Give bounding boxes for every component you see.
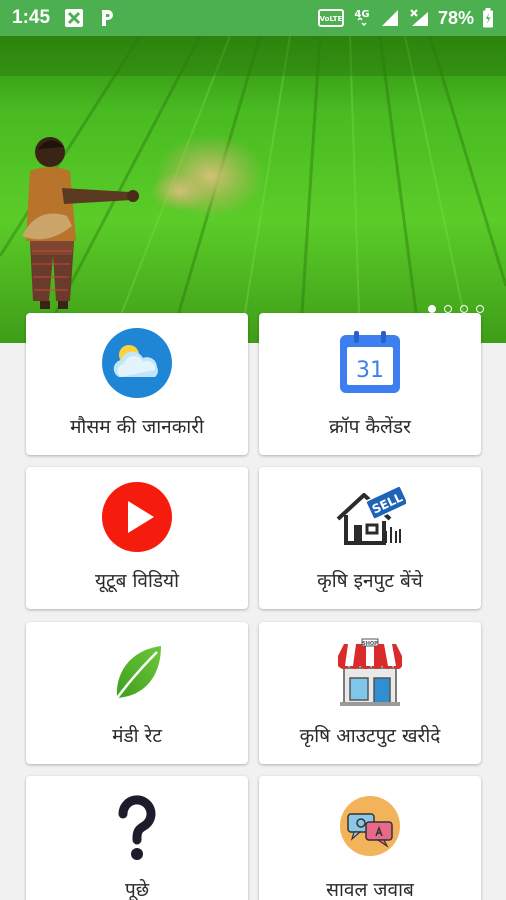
tile-weather[interactable]: मौसम की जानकारी xyxy=(26,313,248,455)
carousel-dot[interactable] xyxy=(476,305,484,313)
svg-text:4G: 4G xyxy=(354,9,369,20)
weather-icon xyxy=(101,327,173,399)
tile-label: यूटूब विडियो xyxy=(95,570,179,592)
tile-ask[interactable]: पूछे xyxy=(26,776,248,900)
sell-house-icon: SELL xyxy=(334,481,406,553)
banner-carousel[interactable] xyxy=(0,36,506,343)
tile-label: पूछे xyxy=(124,879,150,900)
svg-text:31: 31 xyxy=(356,358,384,383)
calendar-icon: 31 xyxy=(334,327,406,399)
svg-text:SHOP: SHOP xyxy=(362,641,378,647)
battery-icon xyxy=(482,8,494,28)
tile-mandi-rate[interactable]: मंडी रेट xyxy=(26,622,248,764)
tile-label: मौसम की जानकारी xyxy=(70,416,204,438)
question-icon xyxy=(101,790,173,862)
tile-sell-farm-input[interactable]: SELL कृषि इनपुट बेंचे xyxy=(259,467,481,609)
tile-buy-farm-output[interactable]: SHOP कृषि आउटपुट खरीदे xyxy=(259,622,481,764)
paytm-notification-icon xyxy=(98,8,116,28)
shop-icon: SHOP xyxy=(334,636,406,708)
tile-label: सावल जवाब xyxy=(326,879,414,900)
tile-label: कृषि आउटपुट खरीदे xyxy=(299,725,441,747)
status-bar: 1:45 VoLTE 4G 78% xyxy=(0,0,506,36)
banner-image xyxy=(0,36,506,343)
volte-icon: VoLTE xyxy=(317,8,344,28)
carousel-dot[interactable] xyxy=(444,305,452,313)
svg-text:VoLTE: VoLTE xyxy=(320,15,343,23)
carousel-dot[interactable] xyxy=(428,305,436,313)
tile-youtube-video[interactable]: यूटूब विडियो xyxy=(26,467,248,609)
signal-icon xyxy=(380,8,400,28)
tile-label: मंडी रेट xyxy=(112,725,162,747)
tile-label: क्रॉप कैलेंडर xyxy=(329,416,411,438)
signal-no-service-icon xyxy=(408,8,430,28)
chat-icon xyxy=(334,790,406,862)
tile-crop-calendar[interactable]: 31 क्रॉप कैलेंडर xyxy=(259,313,481,455)
tile-question-answer[interactable]: सावल जवाब xyxy=(259,776,481,900)
carousel-dot[interactable] xyxy=(460,305,468,313)
carousel-indicator xyxy=(428,305,484,313)
network-type-icon: 4G xyxy=(352,7,372,29)
battery-percent: 78% xyxy=(437,7,474,28)
youtube-icon xyxy=(101,481,173,553)
leaf-icon xyxy=(101,636,173,708)
status-time: 1:45 xyxy=(12,7,51,28)
tile-label: कृषि इनपुट बेंचे xyxy=(317,570,423,592)
app-notification-icon xyxy=(64,8,84,28)
